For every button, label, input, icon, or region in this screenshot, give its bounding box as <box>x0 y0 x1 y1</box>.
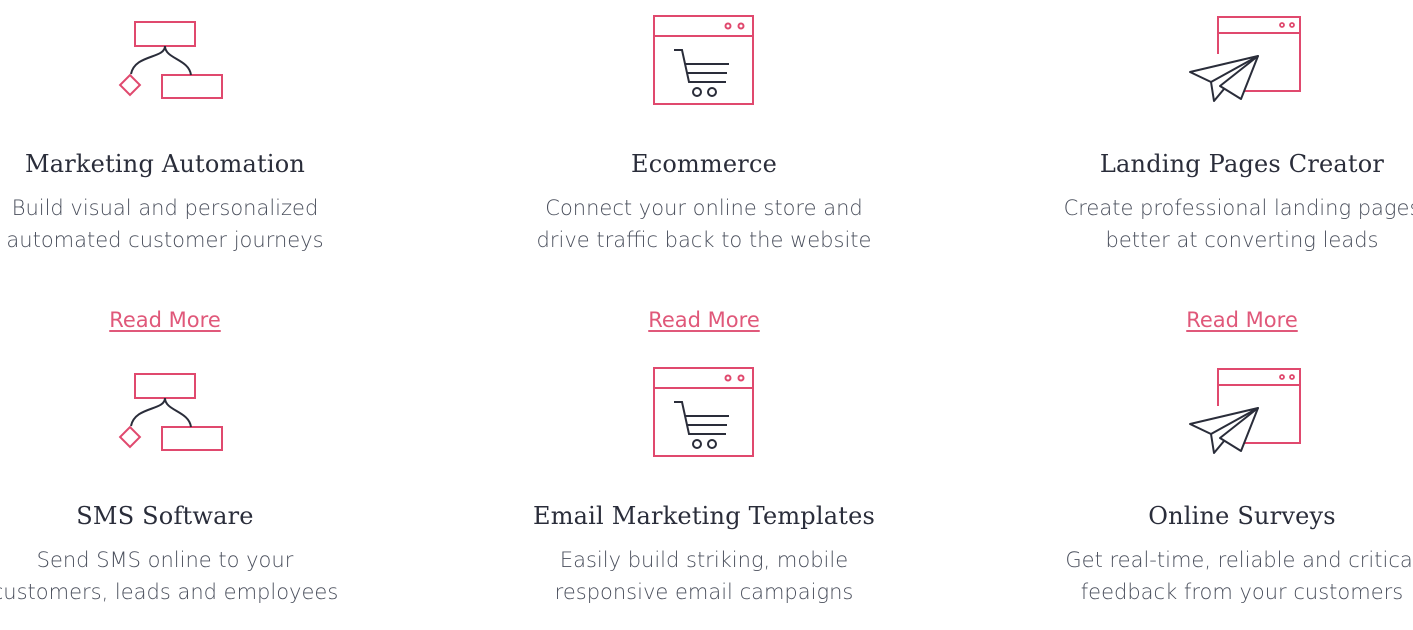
read-more-link[interactable]: Read More <box>0 308 365 332</box>
feature-description: Create professional landing pages better… <box>1022 192 1413 256</box>
feature-description: Connect your online store and drive traf… <box>484 192 924 256</box>
paper-plane-window-icon <box>1189 16 1301 102</box>
description-line: Build visual and personalized <box>11 196 319 220</box>
read-more-link[interactable]: Read More <box>504 308 904 332</box>
feature-title: Ecommerce <box>630 150 778 178</box>
feature-title: Landing Pages Creator <box>1099 150 1385 178</box>
read-more-link[interactable]: Read More <box>1042 308 1413 332</box>
description-line: customers, leads and employees <box>0 580 339 604</box>
description-line: responsive email campaigns <box>554 580 854 604</box>
description-line: Send SMS online to your <box>36 548 294 572</box>
description-line: Get real-time, reliable and critical <box>1065 548 1413 572</box>
feature-title: Online Surveys <box>1148 502 1336 530</box>
description-line: feedback from your customers <box>1080 580 1404 604</box>
feature-description: Easily build striking, mobile responsive… <box>484 544 924 608</box>
shopping-cart-window-icon <box>653 15 754 105</box>
description-line: Create professional landing pages <box>1063 196 1413 220</box>
feature-title: Email Marketing Templates <box>532 502 876 530</box>
paper-plane-window-icon <box>1189 368 1301 454</box>
description-line: drive traffic back to the website <box>536 228 872 252</box>
feature-description: Get real-time, reliable and critical fee… <box>1022 544 1413 608</box>
feature-description: Send SMS online to your customers, leads… <box>0 544 385 608</box>
description-line: better at converting leads <box>1105 228 1379 252</box>
workflow-icon <box>118 373 223 451</box>
description-line: Connect your online store and <box>545 196 863 220</box>
feature-title: Marketing Automation <box>24 150 306 178</box>
feature-title: SMS Software <box>76 502 254 530</box>
feature-description: Build visual and personalized automated … <box>0 192 385 256</box>
shopping-cart-window-icon <box>653 367 754 457</box>
description-line: automated customer journeys <box>6 228 324 252</box>
workflow-icon <box>118 21 223 99</box>
description-line: Easily build striking, mobile <box>559 548 849 572</box>
